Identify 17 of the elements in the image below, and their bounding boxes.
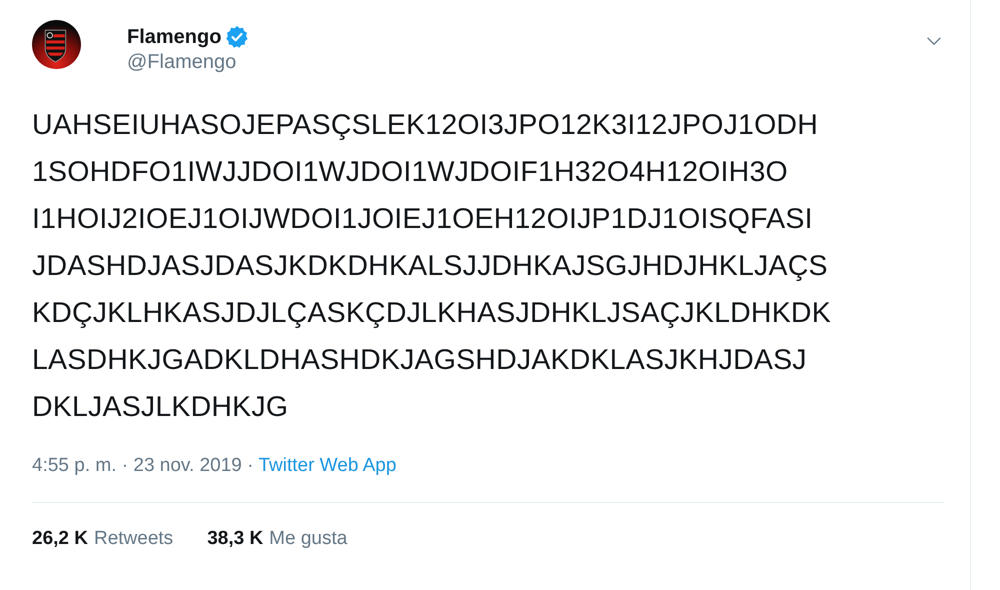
tweet-text: JDASHDJASJDASJKDKDHKALSJJDHKAJSGJHDJHKLJAÇS	[32, 249, 828, 284]
tweet-text: DKLJASJLKDHKJG	[32, 390, 288, 425]
author-handle[interactable]: @Flamengo	[127, 51, 250, 74]
source-link[interactable]: Twitter Web App	[258, 455, 396, 477]
tweet-text: UAHSEIUHASOJEPASÇSLEK12OI3JPO12K3I12JPOJ1ODH	[32, 108, 818, 143]
author-name[interactable]: Flamengo	[127, 26, 222, 48]
stat-count[interactable]: 38,3 K	[207, 528, 264, 550]
avatar-icon[interactable]	[32, 20, 81, 69]
timestamp: 4:55 p. m. · 23 nov. 2019 ·	[32, 455, 254, 477]
tweet-text: I1HOIJ2IOEJ1OIJWDOI1JOIEJ1OEH12OIJP1DJ1OISQFASI	[32, 202, 813, 237]
tweet-text: 1SOHDFO1IWJJDOI1WJDOI1WJDOIF1H32O4H12OIH3O	[32, 155, 788, 190]
tweet-text: LASDHKJGADKLDHASHDKJAGSHDJAKDKLASJKHJDASJ	[32, 343, 807, 378]
chevron-down-icon[interactable]	[926, 36, 942, 46]
stat-count[interactable]: 26,2 K	[32, 528, 88, 550]
stat-label[interactable]: Me gusta	[269, 528, 348, 550]
tweet-text: KDÇJKLHKASJDJLÇASKÇDJLKHASJDHKLJSAÇJKLDHKDK	[32, 296, 831, 331]
stat-label[interactable]: Retweets	[94, 528, 174, 550]
